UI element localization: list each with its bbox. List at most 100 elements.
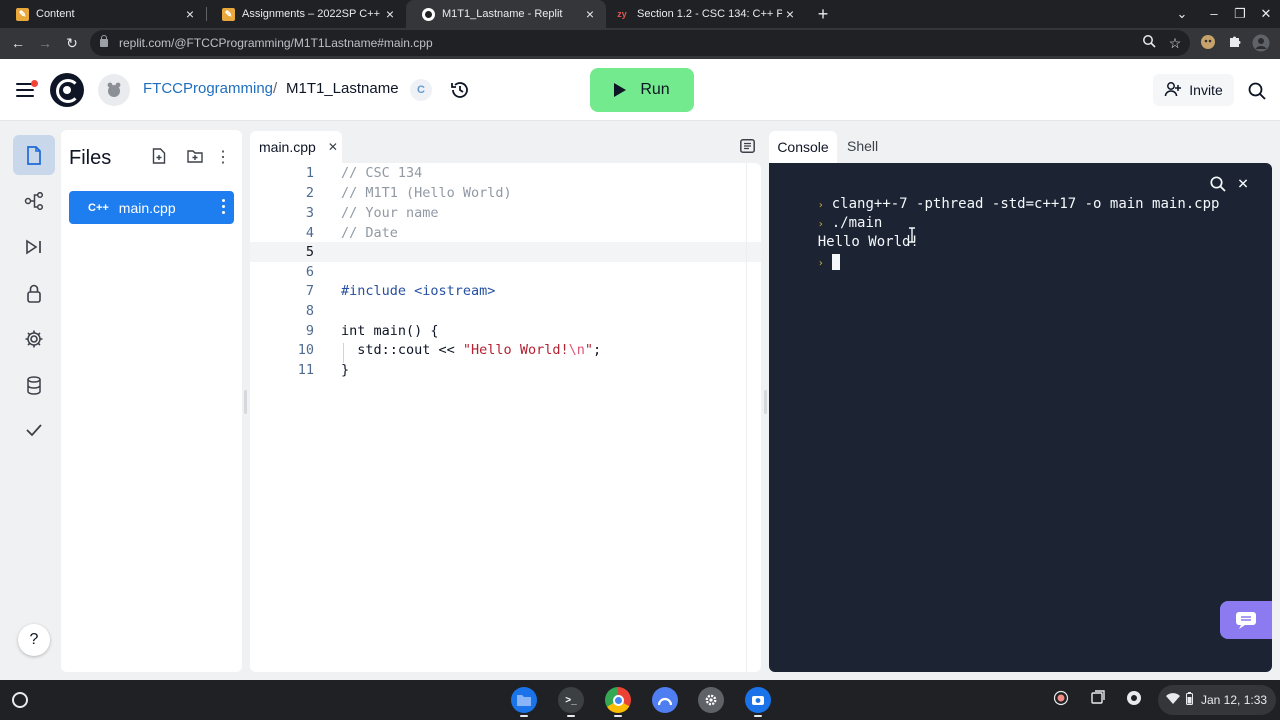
database-icon[interactable] [13, 365, 55, 405]
accessibility-icon[interactable] [1124, 690, 1144, 710]
url-text: replit.com/@FTCCProgramming/M1T1Lastname… [119, 36, 433, 50]
browser-tab-content[interactable]: ✎ Content × [0, 0, 206, 28]
console-line: › clang++-7 -pthread -std=c++17 -o main m… [784, 174, 1220, 212]
user-avatar[interactable] [98, 74, 130, 106]
add-folder-icon[interactable] [185, 148, 205, 168]
run-button[interactable]: Run [590, 68, 694, 112]
terminal-app-icon[interactable]: >_ [558, 687, 584, 713]
minimize-icon[interactable]: – [1204, 4, 1224, 24]
version-control-icon[interactable] [13, 181, 55, 221]
files-panel: Files ⋮ C++ main.cpp [61, 130, 242, 672]
files-app-icon[interactable] [511, 687, 537, 713]
close-tab-icon[interactable]: × [582, 6, 598, 22]
app-running-indicator [520, 715, 528, 717]
browser-tab-zybooks[interactable]: zy Section 1.2 - CSC 134: C++ Progr × [606, 0, 806, 28]
tab-shell[interactable]: Shell [847, 138, 878, 154]
editor-tab-bar: main.cpp ✕ [248, 130, 763, 163]
files-editor-resize-handle[interactable] [244, 390, 247, 414]
line-number: 1 [305, 165, 314, 181]
launcher-icon[interactable] [12, 692, 28, 708]
editor-tab-label: main.cpp [259, 139, 316, 155]
line-number: 6 [305, 264, 314, 280]
screen-capture-app-icon[interactable] [745, 687, 771, 713]
tab-title: Content [36, 8, 75, 20]
history-icon[interactable] [449, 79, 471, 101]
console-input-line[interactable]: › [784, 232, 840, 270]
new-tab-button[interactable]: + [813, 3, 833, 25]
browser-tab-replit[interactable]: M1T1_Lastname - Replit × [406, 0, 606, 28]
os-shelf: >_ Jan 12, 1:33 [0, 680, 1280, 720]
help-button[interactable]: ? [18, 624, 50, 656]
bookmark-star-icon[interactable]: ☆ [1166, 34, 1184, 52]
clear-console-icon[interactable]: × [1234, 175, 1252, 193]
app-running-indicator [614, 715, 622, 717]
file-item-main-cpp[interactable]: C++ main.cpp [69, 191, 234, 224]
debugger-icon[interactable] [13, 227, 55, 267]
tab-console[interactable]: Console [769, 131, 837, 163]
editor-scrollbar[interactable] [746, 163, 761, 672]
profile-avatar-icon[interactable] [1252, 34, 1270, 52]
extension-avatar-icon[interactable] [1199, 34, 1217, 52]
tab-search-icon[interactable]: ⌄ [1172, 4, 1192, 24]
code-line: 8 [250, 301, 761, 321]
replit-header: FTCCProgramming / M1T1_Lastname C Run In… [0, 59, 1280, 121]
address-bar[interactable]: replit.com/@FTCCProgramming/M1T1Lastname… [90, 30, 1190, 56]
back-icon[interactable]: ← [8, 33, 28, 53]
browser-tab-assignments[interactable]: ✎ Assignments – 2022SP C++ Prog × [206, 0, 406, 28]
breadcrumb-separator: / [273, 80, 278, 97]
console-line: Hello World! [784, 212, 919, 250]
arc-app-icon[interactable] [652, 687, 678, 713]
editor-console-resize-handle[interactable] [764, 390, 767, 414]
repl-name[interactable]: M1T1_Lastname [286, 80, 399, 97]
language-badge-icon[interactable]: C [410, 79, 432, 101]
close-editor-tab-icon[interactable]: ✕ [328, 140, 338, 154]
close-tab-icon[interactable]: × [782, 6, 798, 22]
replit-logo[interactable] [50, 73, 84, 107]
console-search-icon[interactable] [1209, 175, 1227, 193]
console-output[interactable]: › clang++-7 -pthread -std=c++17 -o main m… [769, 163, 1272, 672]
line-number: 8 [305, 303, 314, 319]
close-window-icon[interactable]: ✕ [1256, 4, 1276, 24]
clock-text: Jan 12, 1:33 [1201, 693, 1268, 707]
close-tab-icon[interactable]: × [382, 6, 398, 22]
line-text: int main() { [341, 323, 439, 339]
zybooks-icon: zy [617, 9, 627, 19]
status-area[interactable]: Jan 12, 1:33 [1158, 685, 1276, 715]
tab-title: M1T1_Lastname - Replit [442, 8, 563, 20]
reload-icon[interactable]: ↻ [62, 33, 82, 53]
console-line: › ./main [784, 193, 883, 231]
mouse-ibeam-cursor [907, 227, 917, 243]
secrets-lock-icon[interactable] [13, 273, 55, 313]
layout-options-icon[interactable] [740, 139, 755, 153]
code-line: 11 } [250, 360, 761, 380]
repl-owner-link[interactable]: FTCCProgramming [143, 80, 273, 97]
settings-app-icon[interactable] [698, 687, 724, 713]
chat-feedback-button[interactable] [1220, 601, 1272, 639]
line-text: std::cout << "Hello World!\n"; [341, 342, 602, 358]
maximize-icon[interactable]: ❐ [1230, 4, 1250, 24]
clipboard-icon[interactable] [1088, 690, 1108, 710]
screen-record-icon[interactable] [1051, 690, 1071, 710]
files-tool-icon[interactable] [13, 135, 55, 175]
settings-gear-icon[interactable] [13, 319, 55, 359]
zoom-icon[interactable] [1140, 34, 1158, 52]
extensions-puzzle-icon[interactable] [1226, 34, 1244, 52]
search-icon[interactable] [1247, 81, 1267, 101]
invite-button[interactable]: Invite [1153, 74, 1234, 106]
line-text: } [341, 362, 350, 378]
chrome-app-icon[interactable] [605, 687, 631, 713]
add-file-icon[interactable] [149, 148, 169, 168]
line-number: 9 [305, 323, 314, 339]
forward-icon[interactable]: → [35, 33, 55, 53]
code-line: 1 // CSC 134 [250, 163, 761, 183]
console-command: clang++-7 -pthread -std=c++17 -o main ma… [831, 196, 1220, 212]
files-menu-icon[interactable]: ⋮ [213, 148, 233, 168]
close-tab-icon[interactable]: × [182, 6, 198, 22]
editor-tab-main-cpp[interactable]: main.cpp ✕ [250, 131, 342, 163]
lock-icon [100, 35, 108, 47]
line-text: // CSC 134 [341, 165, 423, 181]
line-number: 11 [297, 362, 314, 378]
code-editor[interactable]: 1 // CSC 134 2 // M1T1 (Hello World) 3 /… [250, 163, 761, 672]
unit-tests-check-icon[interactable] [13, 410, 55, 450]
file-options-icon[interactable] [222, 199, 226, 217]
